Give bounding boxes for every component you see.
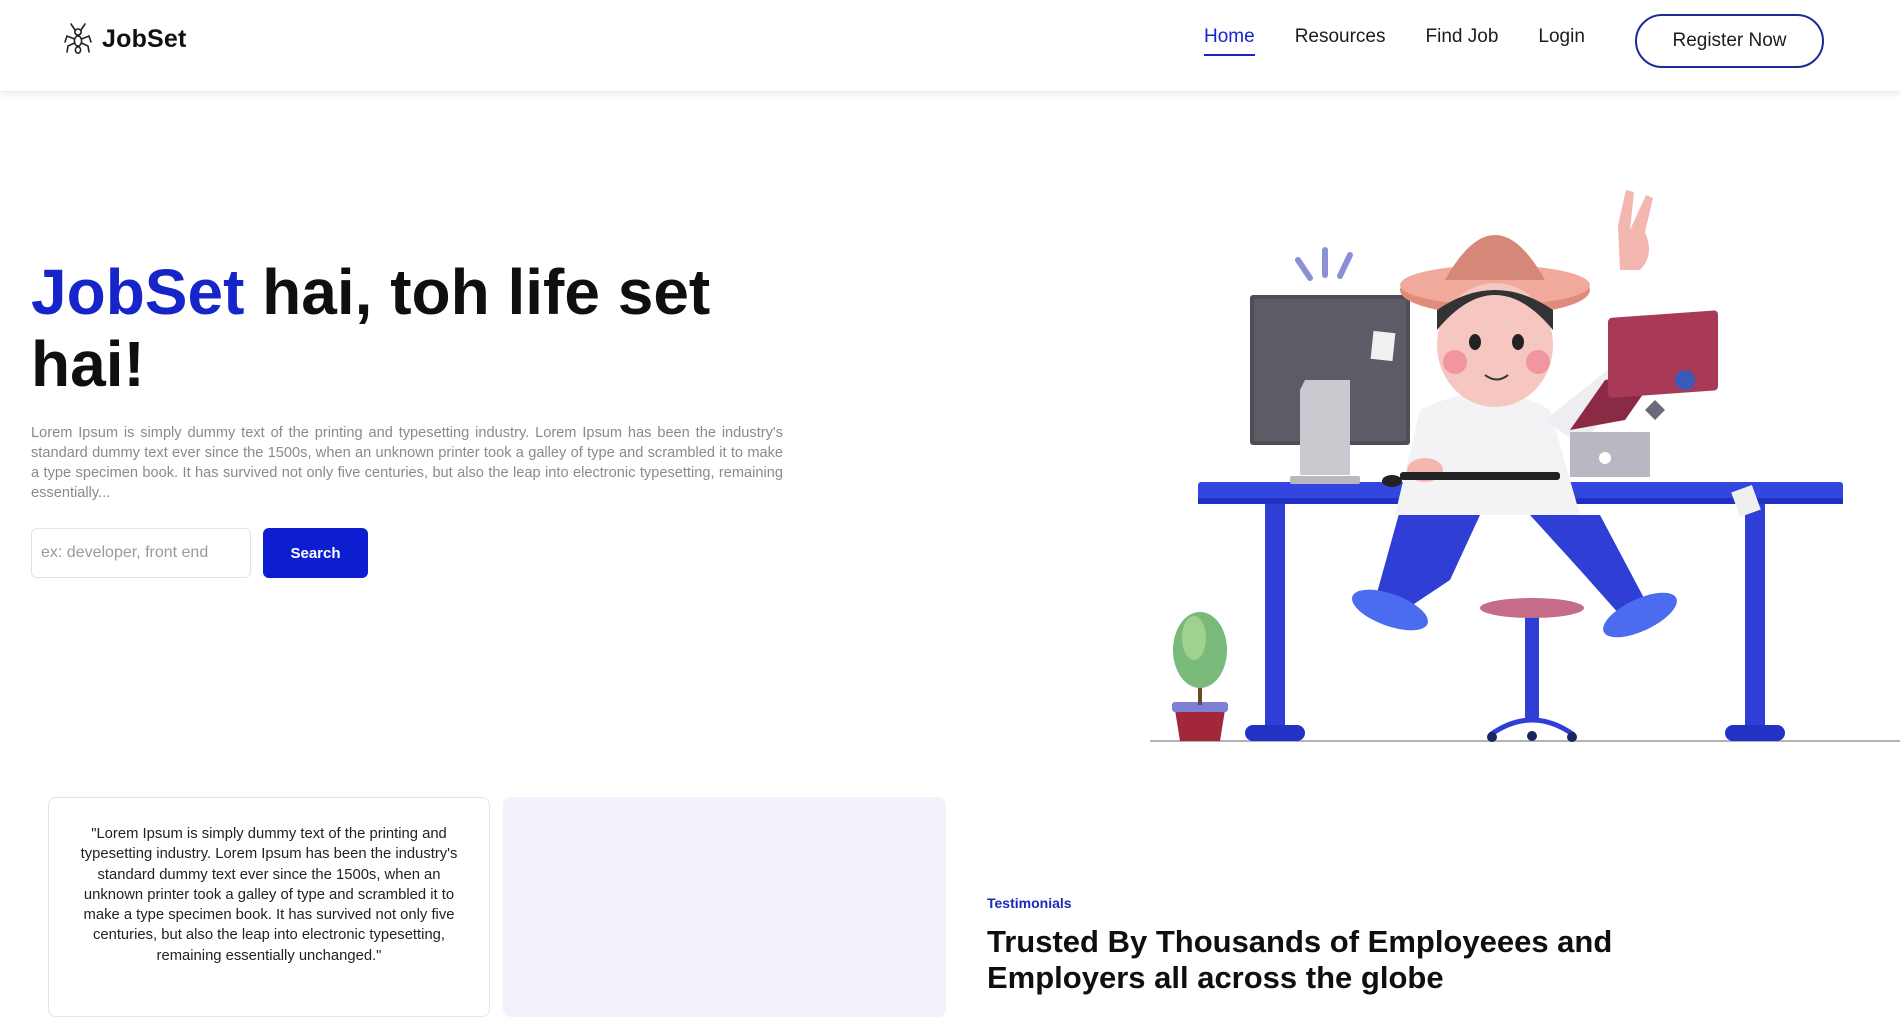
main-nav: Home Resources Find Job Login bbox=[1204, 26, 1625, 56]
monitor-icon bbox=[1250, 295, 1410, 484]
ant-icon bbox=[64, 23, 92, 54]
hero-title-brand: JobSet bbox=[31, 256, 245, 328]
register-now-button[interactable]: Register Now bbox=[1635, 14, 1824, 68]
testimonial-quote: "Lorem Ipsum is simply dummy text of the… bbox=[80, 826, 458, 964]
brand-logo[interactable]: JobSet bbox=[62, 22, 187, 56]
nav-home[interactable]: Home bbox=[1204, 26, 1255, 56]
motion-lines-icon bbox=[1295, 247, 1353, 281]
search-button[interactable]: Search bbox=[263, 528, 368, 578]
nav-resources[interactable]: Resources bbox=[1295, 26, 1386, 54]
testimonials-label: Testimonials bbox=[987, 895, 1072, 911]
testimonial-card: "Lorem Ipsum is simply dummy text of the… bbox=[48, 797, 490, 1017]
testimonial-card-placeholder bbox=[503, 797, 946, 1017]
chair-icon bbox=[1480, 598, 1584, 742]
job-search-input[interactable] bbox=[31, 528, 251, 578]
nav-login[interactable]: Login bbox=[1538, 26, 1585, 54]
hero-illustration bbox=[1150, 190, 1900, 742]
site-header: JobSet Home Resources Find Job Login Reg… bbox=[0, 0, 1900, 92]
nav-find-job[interactable]: Find Job bbox=[1426, 26, 1499, 54]
keyboard-icon bbox=[1400, 472, 1560, 480]
job-search-form: Search bbox=[31, 528, 368, 578]
brand-name: JobSet bbox=[102, 24, 187, 53]
hero-title: JobSet hai, toh life set hai! bbox=[31, 256, 811, 400]
hero-description: Lorem Ipsum is simply dummy text of the … bbox=[31, 425, 783, 501]
testimonials-heading: Trusted By Thousands of Employeees and E… bbox=[987, 924, 1613, 995]
mouse-icon bbox=[1382, 475, 1402, 487]
plant-pot-icon bbox=[1172, 612, 1228, 741]
